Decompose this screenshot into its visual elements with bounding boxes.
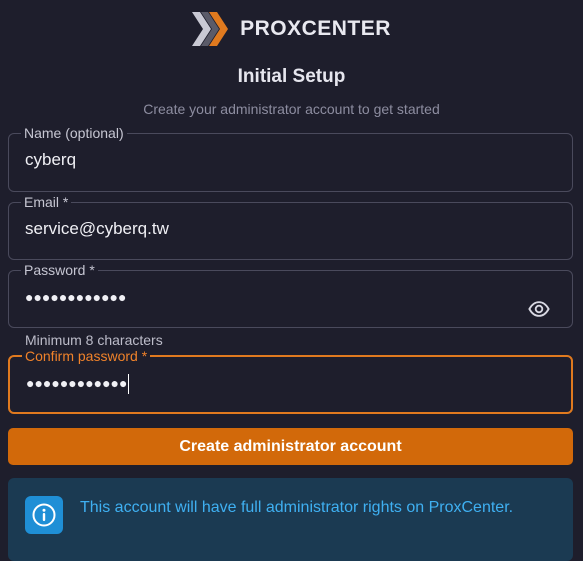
page-title: Initial Setup	[237, 66, 346, 87]
password-field-value: ●●●●●●●●●●●●	[25, 289, 127, 305]
password-hint: Minimum 8 characters	[25, 332, 163, 348]
brand-name: PROXCENTER	[240, 17, 391, 40]
password-field-label: Password *	[24, 262, 95, 278]
confirm-password-field-label: Confirm password *	[25, 348, 148, 364]
create-administrator-account-button[interactable]: Create administrator account	[8, 428, 573, 465]
info-icon	[25, 496, 63, 534]
password-field[interactable]: Password * ●●●●●●●●●●●●	[8, 262, 573, 328]
email-field-value: service@cyberq.tw	[25, 219, 169, 238]
name-field-label: Name (optional)	[24, 125, 124, 141]
info-alert: This account will have full administrato…	[8, 478, 573, 561]
proxcenter-logo-icon	[192, 12, 229, 46]
email-field-label: Email *	[24, 194, 69, 210]
email-field[interactable]: Email * service@cyberq.tw	[8, 194, 573, 260]
name-field[interactable]: Name (optional) cyberq	[8, 125, 573, 192]
eye-icon[interactable]	[528, 298, 550, 320]
page-subtitle: Create your administrator account to get…	[143, 101, 440, 117]
name-field-value: cyberq	[25, 150, 77, 169]
brand-header: PROXCENTER	[0, 12, 583, 46]
info-text: This account will have full administrato…	[80, 499, 514, 516]
confirm-password-field-value: ●●●●●●●●●●●●	[26, 375, 128, 392]
confirm-password-field[interactable]: Confirm password * ●●●●●●●●●●●●	[8, 348, 573, 414]
text-caret	[128, 374, 130, 394]
